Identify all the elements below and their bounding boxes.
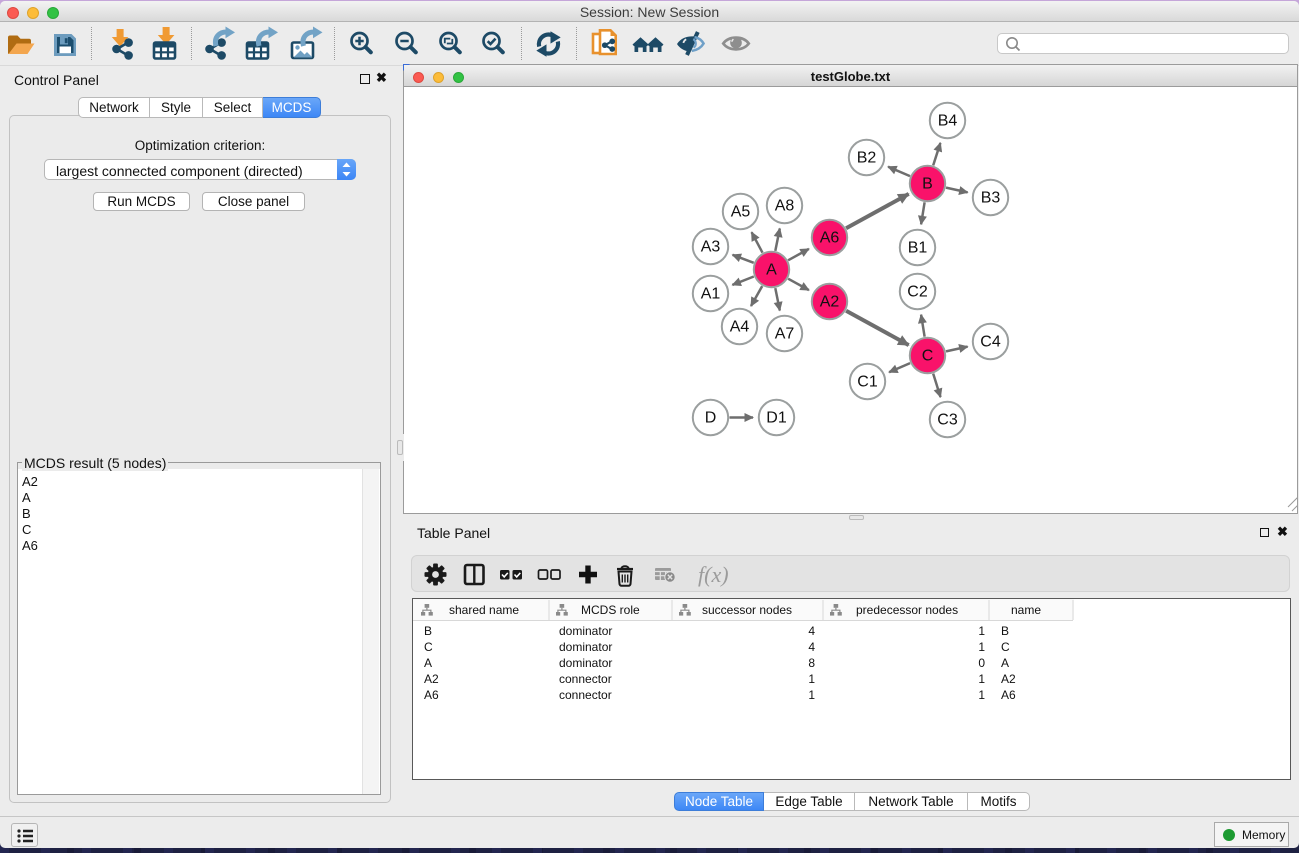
svg-text:1: 1	[808, 688, 815, 702]
svg-text:1: 1	[978, 672, 985, 686]
svg-text:C: C	[1001, 640, 1010, 654]
svg-text:0: 0	[978, 656, 985, 670]
svg-text:connector: connector	[559, 672, 612, 686]
svg-text:A4: A4	[730, 319, 750, 336]
svg-text:1: 1	[978, 624, 985, 638]
svg-text:1: 1	[978, 688, 985, 702]
svg-text:dominator: dominator	[559, 656, 612, 670]
svg-text:1: 1	[808, 672, 815, 686]
svg-text:B3: B3	[981, 190, 1001, 207]
svg-text:A6: A6	[424, 688, 439, 702]
svg-text:shared name: shared name	[449, 603, 519, 617]
svg-text:4: 4	[808, 640, 815, 654]
svg-text:name: name	[1011, 603, 1041, 617]
svg-text:successor nodes: successor nodes	[702, 603, 792, 617]
svg-text:dominator: dominator	[559, 640, 612, 654]
svg-text:A6: A6	[1001, 688, 1016, 702]
svg-text:B: B	[1001, 624, 1009, 638]
svg-text:MCDS role: MCDS role	[581, 603, 640, 617]
svg-text:B4: B4	[938, 113, 958, 130]
svg-text:A8: A8	[775, 198, 795, 215]
svg-text:B: B	[922, 176, 933, 193]
svg-text:D1: D1	[766, 410, 787, 427]
svg-text:A1: A1	[701, 286, 721, 303]
svg-text:C3: C3	[937, 412, 958, 429]
svg-text:A2: A2	[424, 672, 439, 686]
svg-text:B1: B1	[908, 240, 928, 257]
svg-text:A: A	[424, 656, 432, 670]
svg-text:C: C	[922, 348, 934, 365]
svg-text:A6: A6	[820, 230, 840, 247]
svg-text:dominator: dominator	[559, 624, 612, 638]
svg-text:B: B	[424, 624, 432, 638]
svg-text:A5: A5	[731, 204, 751, 221]
svg-text:D: D	[705, 410, 717, 427]
svg-text:f(x): f(x)	[698, 562, 729, 587]
svg-text:A: A	[766, 262, 777, 279]
svg-text:8: 8	[808, 656, 815, 670]
svg-text:A2: A2	[820, 294, 840, 311]
svg-text:connector: connector	[559, 688, 612, 702]
svg-text:A7: A7	[775, 326, 795, 343]
svg-text:C2: C2	[907, 284, 928, 301]
svg-text:1: 1	[978, 640, 985, 654]
svg-text:B2: B2	[857, 150, 877, 167]
svg-text:A: A	[1001, 656, 1009, 670]
svg-text:C: C	[424, 640, 433, 654]
svg-text:4: 4	[808, 624, 815, 638]
svg-text:A2: A2	[1001, 672, 1016, 686]
svg-text:A3: A3	[701, 239, 721, 256]
svg-text:predecessor nodes: predecessor nodes	[856, 603, 958, 617]
svg-text:C4: C4	[980, 334, 1001, 351]
svg-text:C1: C1	[857, 374, 878, 391]
